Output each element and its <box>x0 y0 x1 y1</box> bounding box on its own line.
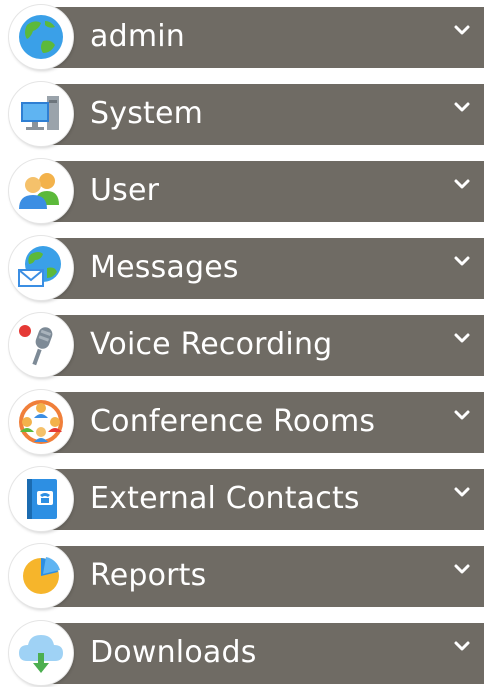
menu-item-label: admin <box>90 19 185 54</box>
chevron-down-icon[interactable] <box>452 560 472 580</box>
messages-globe-icon <box>9 236 73 300</box>
cloud-download-icon <box>9 621 73 685</box>
menu-item-label: External Contacts <box>90 481 360 516</box>
menu-item-system[interactable]: System <box>0 80 484 148</box>
menu-item-voice-recording[interactable]: Voice Recording <box>0 311 484 379</box>
chevron-down-icon[interactable] <box>452 406 472 426</box>
users-icon <box>9 159 73 223</box>
menu-item-conference-rooms[interactable]: Conference Rooms <box>0 388 484 456</box>
contacts-book-icon <box>9 467 73 531</box>
chevron-down-icon[interactable] <box>452 21 472 41</box>
menu-item-label: Conference Rooms <box>90 404 376 439</box>
chevron-down-icon[interactable] <box>452 175 472 195</box>
pie-chart-icon <box>9 544 73 608</box>
chevron-down-icon[interactable] <box>452 98 472 118</box>
navigation-menu: admin System User Messages Voice Recordi… <box>0 0 484 687</box>
menu-item-label: Reports <box>90 558 207 593</box>
menu-item-label: User <box>90 173 160 208</box>
computer-icon <box>9 82 73 146</box>
globe-icon <box>9 5 73 69</box>
chevron-down-icon[interactable] <box>452 252 472 272</box>
menu-item-messages[interactable]: Messages <box>0 234 484 302</box>
menu-item-label: Voice Recording <box>90 327 333 362</box>
menu-item-user[interactable]: User <box>0 157 484 225</box>
menu-item-external-contacts[interactable]: External Contacts <box>0 465 484 533</box>
chevron-down-icon[interactable] <box>452 483 472 503</box>
menu-item-label: System <box>90 96 204 131</box>
menu-item-admin[interactable]: admin <box>0 3 484 71</box>
chevron-down-icon[interactable] <box>452 637 472 657</box>
conference-icon <box>9 390 73 454</box>
menu-item-label: Messages <box>90 250 239 285</box>
chevron-down-icon[interactable] <box>452 329 472 349</box>
menu-item-label: Downloads <box>90 635 257 670</box>
menu-item-reports[interactable]: Reports <box>0 542 484 610</box>
menu-item-downloads[interactable]: Downloads <box>0 619 484 687</box>
microphone-icon <box>9 313 73 377</box>
